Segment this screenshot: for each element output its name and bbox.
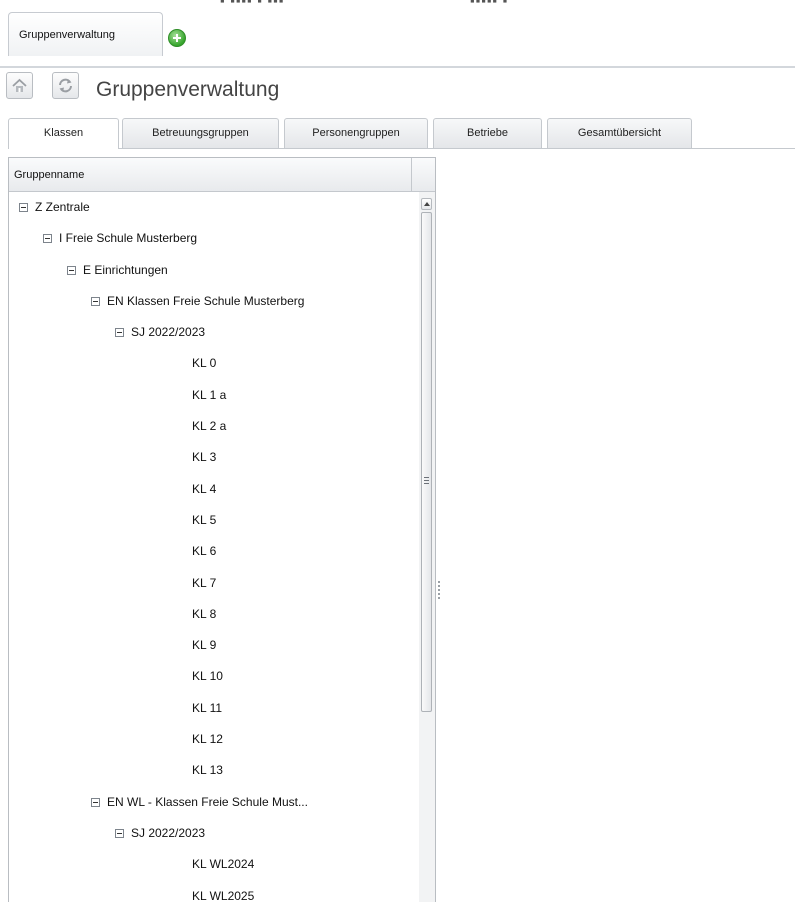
tree-row[interactable]: E Einrichtungen [9,255,411,286]
minus-box-icon[interactable] [91,296,100,306]
tree-row-label: Z Zentrale [35,200,90,214]
tree-row[interactable]: Z Zentrale [9,192,411,223]
tree-row[interactable]: I Freie Schule Musterberg [9,223,411,254]
vertical-scrollbar[interactable] [419,192,435,902]
tree-row[interactable]: KL 4 [9,474,411,505]
tree-row-label: KL 9 [192,638,217,653]
tree-row[interactable]: KL 10 [9,661,411,692]
thumb-grip [424,480,429,481]
thumb-grip [424,477,429,478]
tree-row[interactable]: EN Klassen Freie Schule Musterberg [9,286,411,317]
tree-row-label: I Freie Schule Musterberg [59,231,198,246]
tree-row[interactable]: KL 5 [9,505,411,536]
minus-box-icon[interactable] [115,328,124,338]
refresh-button[interactable] [52,72,79,99]
tree-row-label: SJ 2022/2023 [131,325,206,340]
tree-row[interactable]: KL 6 [9,536,411,567]
tree-row-label: KL 12 [192,732,223,747]
page-title: Gruppenverwaltung [96,78,280,101]
tree-row-label: KL WL2024 [192,857,255,872]
tree-row-label: EN Klassen Freie Schule Musterberg [107,293,305,308]
tree-row-label: KL 11 [192,700,223,715]
tree-row-label: KL 3 [192,450,217,465]
tree-row[interactable]: KL 7 [9,568,411,599]
tree-row[interactable]: KL 0 [9,348,411,379]
home-button[interactable] [6,72,33,99]
add-tab-icon[interactable] [168,29,186,47]
tree-row[interactable]: KL 2 a [9,411,411,442]
tree-row-label: KL 6 [192,544,217,559]
tree-row-label: KL 4 [192,481,217,496]
minus-box-icon[interactable] [19,203,28,212]
thumb-grip [424,483,429,484]
tree-row[interactable]: SJ 2022/2023 [9,317,411,348]
splitter-grip [438,581,440,583]
header-separator [411,158,412,192]
tree-row-label: KL 13 [192,763,223,778]
minus-box-icon[interactable] [67,265,76,275]
tree-row-label: EN WL - Klassen Freie Schule Must... [107,794,308,809]
tree-row[interactable]: KL 13 [9,755,411,786]
minus-box-icon[interactable] [115,828,124,838]
tree-row[interactable]: KL WL2024 [9,849,411,880]
tree-row-label: KL 7 [192,575,217,590]
tree-row[interactable]: SJ 2022/2023 [9,818,411,849]
tab-klassen[interactable]: Klassen [8,118,119,149]
main-tab-strip: Gruppenverwaltung [0,8,795,68]
tab-betreuungsgruppen[interactable]: Betreuungsgruppen [122,118,279,148]
main-tab-gruppenverwaltung[interactable]: Gruppenverwaltung [8,12,163,56]
tree-row-label: KL 8 [192,606,217,621]
splitter-grip [438,593,440,595]
tree-row[interactable]: EN WL - Klassen Freie Schule Must... [9,787,411,818]
tab-betriebe[interactable]: Betriebe [433,118,542,148]
grid-header: Gruppenname [9,158,435,192]
refresh-icon [59,78,72,93]
minus-box-icon[interactable] [43,234,52,244]
tree-rows: Z Zentrale I Freie Schule Musterberg E Ein… [9,192,411,902]
splitter-grip [438,585,440,587]
tree-row[interactable]: KL 12 [9,724,411,755]
column-header-gruppenname[interactable]: Gruppenname [14,158,84,192]
tree-row-label: KL 0 [192,356,217,371]
scroll-up-arrow-icon[interactable] [421,198,432,210]
splitter-grip [438,589,440,591]
tree-row-label: E Einrichtungen [83,262,168,277]
tree-row[interactable]: KL 11 [9,693,411,724]
tab-gesamt-bersicht[interactable]: Gesamtübersicht [547,118,692,148]
tab-strip-divider [0,66,795,68]
splitter-grip [438,597,440,599]
cropped-top-edge: ▪ ▪▪▪▪ ▪ ▪▪▪ ▪▪▪▪▪ ▪ [220,0,509,8]
tree-row[interactable]: KL 1 a [9,380,411,411]
home-icon [12,78,27,92]
tree-row[interactable]: KL 3 [9,442,411,473]
tab-personengruppen[interactable]: Personengruppen [284,118,428,148]
subtabs-divider [8,148,795,149]
tree-row-label: KL WL2025 [192,888,255,902]
tree-row-label: KL 5 [192,512,217,527]
tree-row[interactable]: KL WL2025 [9,881,411,902]
tree-row-label: KL 10 [192,669,223,684]
panel-splitter[interactable] [436,157,444,902]
group-tree-grid: Gruppenname Z Zentrale I Freie Schule Mus… [8,157,436,902]
tree-row-label: KL 2 a [192,419,227,434]
minus-box-icon[interactable] [91,797,100,807]
tree-row-label: SJ 2022/2023 [131,825,206,840]
tree-row[interactable]: KL 8 [9,599,411,630]
scrollbar-thumb[interactable] [421,212,432,712]
tree-row[interactable]: KL 9 [9,630,411,661]
tree-row-label: KL 1 a [192,387,227,402]
